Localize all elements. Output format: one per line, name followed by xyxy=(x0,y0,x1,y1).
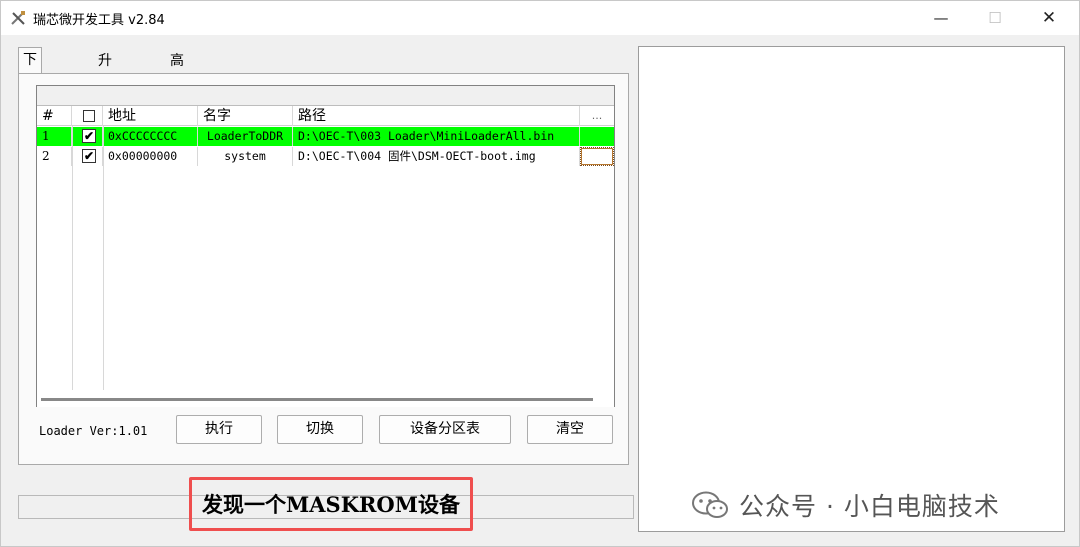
maximize-button[interactable]: ☐ xyxy=(969,1,1021,35)
table-header: # 地址 名字 路径 ... xyxy=(37,106,614,126)
row-num: 1 xyxy=(37,127,72,146)
switch-button[interactable]: 切换 xyxy=(277,415,363,444)
watermark-text: 公众号 · 小白电脑技术 xyxy=(739,492,1000,521)
partition-table-button[interactable]: 设备分区表 xyxy=(379,415,511,444)
log-pane[interactable] xyxy=(638,46,1065,532)
row-name[interactable]: LoaderToDDR xyxy=(198,127,293,146)
header-check[interactable] xyxy=(72,106,103,126)
header-more[interactable]: ... xyxy=(580,106,614,126)
window-title: 瑞芯微开发工具 v2.84 xyxy=(33,13,165,28)
row-browse-cell[interactable] xyxy=(580,127,614,146)
tab-upgrade-firmware[interactable]: 升级固件 xyxy=(94,50,116,135)
header-name[interactable]: 名字 xyxy=(198,106,293,126)
table-row[interactable]: 2 ✔ 0x00000000 system D:\OEC-T\004 固件\DS… xyxy=(37,147,614,166)
wechat-icon xyxy=(692,491,728,518)
horizontal-scrollbar[interactable] xyxy=(37,390,614,407)
row-checkbox[interactable]: ✔ xyxy=(82,149,96,163)
loader-version: Loader Ver:1.01 xyxy=(39,424,148,438)
status-message: 发现一个MASKROM设备 xyxy=(189,477,473,531)
row-check-cell: ✔ xyxy=(72,127,103,146)
minimize-button[interactable]: — xyxy=(915,1,967,35)
row-checkbox[interactable]: ✔ xyxy=(82,129,96,143)
row-num: 2 xyxy=(37,147,72,166)
row-name[interactable]: system xyxy=(198,147,293,166)
main-window: 瑞芯微开发工具 v2.84 — ☐ ✕ 下载镜像 升级固件 高级功能 # 地址 … xyxy=(0,0,1080,547)
header-address[interactable]: 地址 xyxy=(103,106,198,126)
column-divider xyxy=(103,126,104,390)
row-browse-button[interactable] xyxy=(580,147,614,166)
select-all-checkbox[interactable] xyxy=(83,110,95,122)
scrollbar-thumb[interactable] xyxy=(41,398,593,401)
row-path[interactable]: D:\OEC-T\003 Loader\MiniLoaderAll.bin xyxy=(293,127,580,146)
download-image-panel: # 地址 名字 路径 ... 1 ✔ 0xCCCCCCCC LoaderToDD… xyxy=(18,73,629,465)
row-path[interactable]: D:\OEC-T\004 固件\DSM-OECT-boot.img xyxy=(293,147,580,166)
watermark: 公众号 · 小白电脑技术 xyxy=(691,487,1000,523)
image-table: # 地址 名字 路径 ... 1 ✔ 0xCCCCCCCC LoaderToDD… xyxy=(36,85,615,407)
table-top-strip xyxy=(37,86,614,106)
row-address[interactable]: 0xCCCCCCCC xyxy=(103,127,198,146)
row-check-cell: ✔ xyxy=(72,147,103,166)
column-divider xyxy=(72,126,73,390)
tab-advanced[interactable]: 高级功能 xyxy=(166,50,188,135)
tools-icon xyxy=(11,11,25,25)
header-num[interactable]: # xyxy=(37,106,72,126)
header-path[interactable]: 路径 xyxy=(293,106,580,126)
title-bar: 瑞芯微开发工具 v2.84 — ☐ ✕ xyxy=(1,1,1079,35)
execute-button[interactable]: 执行 xyxy=(176,415,262,444)
tab-download-image[interactable]: 下载镜像 xyxy=(18,47,42,140)
table-row[interactable]: 1 ✔ 0xCCCCCCCC LoaderToDDR D:\OEC-T\003 … xyxy=(37,127,614,146)
close-button[interactable]: ✕ xyxy=(1023,1,1075,35)
row-address[interactable]: 0x00000000 xyxy=(103,147,198,166)
clear-button[interactable]: 清空 xyxy=(527,415,613,444)
